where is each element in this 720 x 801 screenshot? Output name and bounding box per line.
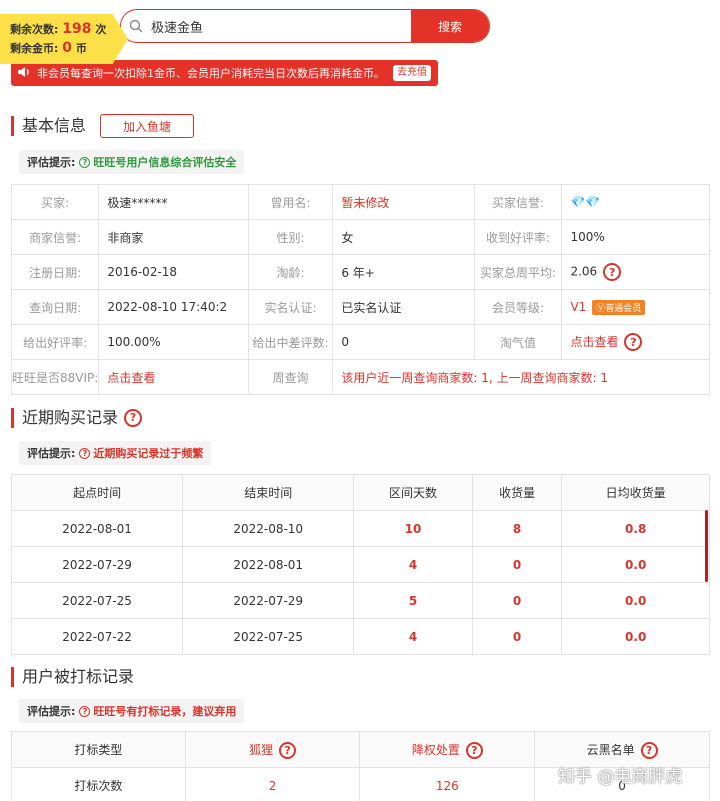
basic-tip: 评估提示: ? 旺旺号用户信息综合评估安全 [19, 150, 245, 174]
warning-icon: ? [79, 447, 91, 459]
marks-title: 用户被打标记录 [11, 667, 134, 687]
info-row: 买家: 极速****** 曾用名: 暂未修改 买家信誉: 💎💎 [10, 184, 710, 220]
info-row: 旺旺是否88VIP: 点击查看 周查询 该用户近一周查询商家数: 1, 上一周查… [10, 359, 710, 395]
info-row: 给出好评率: 100.00% 给出中差评数: 0 淘气值 点击查看? [10, 324, 710, 360]
info-row: 注册日期: 2016-02-18 淘龄: 6 年+ 买家总周平均: 2.06? [10, 254, 710, 290]
member-level: V1 [570, 299, 587, 314]
purchase-tip: 评估提示: ? 近期购买记录过于频繁 [19, 441, 212, 465]
purchase-table: 起点时间 结束时间 区间天数 收货量 日均收货量 2022-08-01 2022… [10, 474, 710, 655]
table-row: 2022-07-29 2022-08-01 4 0 0.0 [10, 546, 710, 583]
help-icon[interactable]: ? [624, 333, 643, 352]
table-header: 起点时间 结束时间 区间天数 收货量 日均收货量 [10, 474, 710, 511]
help-icon[interactable]: ? [640, 741, 658, 759]
table-scrollbar[interactable] [705, 510, 708, 582]
info-row: 查询日期: 2022-08-10 17:40:2 实名认证: 已实名认证 会员等… [10, 289, 710, 325]
quota-badge: 剩余次数: 198 次 剩余金币: 0 币 [0, 14, 128, 64]
help-icon[interactable]: ? [279, 741, 297, 759]
table-row: 2022-07-22 2022-07-25 4 0 0.0 [10, 618, 710, 655]
table-row: 2022-08-01 2022-08-10 10 8 0.8 [10, 510, 710, 547]
vip-icon: Ⓥ [596, 303, 606, 314]
remaining-count: 剩余次数: 198 次 [10, 21, 107, 37]
info-row: 商家信誉: 非商家 性别: 女 收到好评率: 100% [10, 219, 710, 255]
recharge-button[interactable]: 去充值 [393, 65, 431, 81]
credit-diamond-icon: 💎💎 [561, 184, 710, 220]
add-to-pond-button[interactable]: 加入鱼塘 [100, 114, 194, 138]
view-88vip-link[interactable]: 点击查看 [98, 359, 249, 395]
warning-icon: ? [79, 705, 91, 717]
purchase-title: 近期购买记录? [11, 408, 143, 428]
remaining-coins: 剩余金币: 0 币 [10, 40, 87, 56]
help-icon[interactable]: ? [603, 263, 622, 281]
view-taoqi-link[interactable]: 点击查看 [570, 335, 618, 349]
search-input[interactable] [151, 10, 411, 42]
search-bar: 搜索 [120, 9, 490, 43]
table-row: 2022-07-25 2022-07-29 5 0 0.0 [10, 582, 710, 619]
help-icon[interactable]: ? [124, 409, 143, 427]
speaker-icon [17, 66, 31, 81]
info-icon: ? [79, 156, 91, 168]
watermark: 知乎 @电商胖虎 [558, 767, 683, 787]
basic-info-title: 基本信息 [11, 116, 86, 136]
basic-info-table: 买家: 极速****** 曾用名: 暂未修改 买家信誉: 💎💎 商家信誉: 非商… [10, 184, 710, 395]
member-tag: Ⓥ 普通会员 [592, 299, 646, 315]
help-icon[interactable]: ? [465, 741, 483, 759]
marks-tip: 评估提示: ? 旺旺号有打标记录，建议弃用 [19, 699, 245, 723]
search-button[interactable]: 搜索 [411, 10, 489, 42]
notice-text: 非会员每查询一次扣除1金币、会员用户消耗完当日次数后再消耗金币。 [37, 67, 385, 80]
